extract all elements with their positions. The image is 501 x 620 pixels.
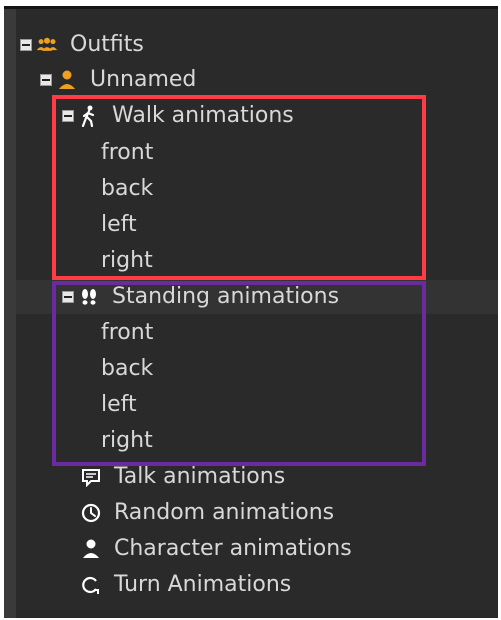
tree-panel: Outfits Unnamed Walk animations front ba… bbox=[4, 6, 498, 618]
tree-leaf-standing-back[interactable]: back bbox=[101, 352, 153, 386]
collapse-toggle-icon[interactable] bbox=[20, 39, 32, 51]
tree-leaf-standing-right[interactable]: right bbox=[101, 424, 153, 458]
tree-node-label: Walk animations bbox=[112, 103, 294, 128]
tree-node-turn-animations[interactable]: Turn Animations bbox=[80, 568, 291, 602]
footprints-icon bbox=[78, 286, 100, 308]
tree-leaf-label: right bbox=[101, 248, 153, 273]
person-icon bbox=[56, 69, 78, 91]
panel-left-strip bbox=[4, 6, 16, 618]
clock-icon bbox=[80, 502, 102, 524]
panel-top-border bbox=[4, 6, 498, 9]
collapse-toggle-icon[interactable] bbox=[40, 74, 52, 86]
tree-node-label: Turn Animations bbox=[114, 572, 292, 597]
tree-leaf-walk-right[interactable]: right bbox=[101, 244, 153, 278]
tree-leaf-standing-front[interactable]: front bbox=[101, 316, 153, 350]
tree-leaf-walk-front[interactable]: front bbox=[101, 136, 153, 170]
tree-node-random-animations[interactable]: Random animations bbox=[80, 496, 334, 530]
collapse-toggle-icon[interactable] bbox=[62, 291, 74, 303]
tree-node-unnamed[interactable]: Unnamed bbox=[40, 63, 196, 97]
tree-leaf-label: left bbox=[101, 392, 137, 417]
tree-node-talk-animations[interactable]: Talk animations bbox=[80, 460, 285, 494]
tree-node-label: Unnamed bbox=[90, 67, 197, 92]
tree-node-character-animations[interactable]: Character animations bbox=[80, 532, 352, 566]
tree-leaf-label: back bbox=[101, 176, 154, 201]
tree-node-label: Standing animations bbox=[112, 284, 340, 309]
tree-node-label: Character animations bbox=[114, 536, 352, 561]
tree-node-label: Outfits bbox=[70, 32, 144, 57]
tree-leaf-label: back bbox=[101, 356, 154, 381]
tree-node-standing-animations[interactable]: Standing animations bbox=[16, 280, 498, 314]
turn-arrow-icon bbox=[80, 574, 102, 596]
tree-leaf-label: front bbox=[101, 140, 154, 165]
person-silhouette-icon bbox=[80, 538, 102, 560]
speech-bubble-icon bbox=[80, 466, 102, 488]
tree-leaf-standing-left[interactable]: left bbox=[101, 388, 137, 422]
tree-leaf-label: front bbox=[101, 320, 154, 345]
tree-node-label: Talk animations bbox=[114, 464, 286, 489]
walking-person-icon bbox=[78, 105, 100, 127]
tree-node-outfits[interactable]: Outfits bbox=[20, 28, 144, 62]
tree-leaf-label: left bbox=[101, 212, 137, 237]
tree-leaf-label: right bbox=[101, 428, 153, 453]
tree-node-walk-animations[interactable]: Walk animations bbox=[62, 99, 294, 133]
group-people-icon bbox=[36, 34, 58, 56]
tree-node-label: Random animations bbox=[114, 500, 335, 525]
tree-leaf-walk-left[interactable]: left bbox=[101, 208, 137, 242]
tree-leaf-walk-back[interactable]: back bbox=[101, 172, 153, 206]
collapse-toggle-icon[interactable] bbox=[62, 110, 74, 122]
